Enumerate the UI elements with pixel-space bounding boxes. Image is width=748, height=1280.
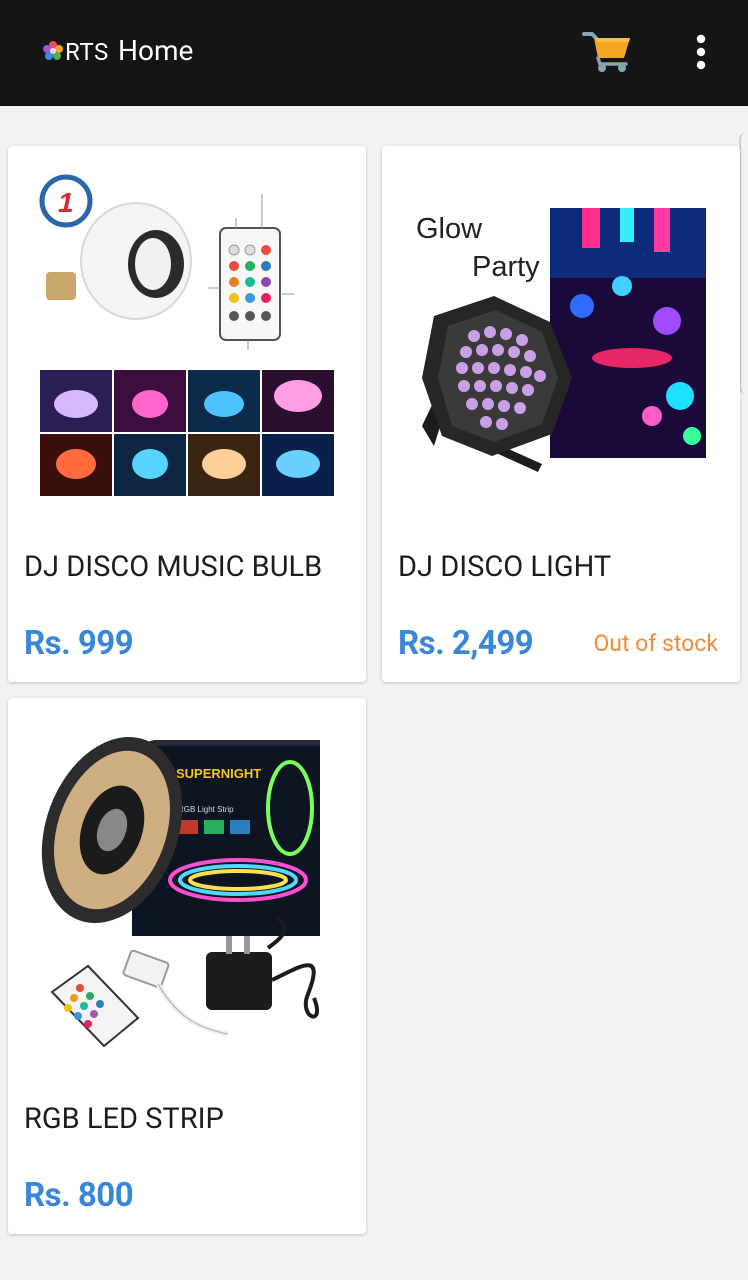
product-image-disco-light: Glow Party [416,208,706,472]
flower-logo-icon [43,41,63,60]
shopping-cart-icon[interactable] [582,28,634,74]
product-price: Rs. 999 [24,624,134,663]
image-caption-glow: Glow [416,213,483,245]
out-of-stock-label: Out of stock [593,630,718,657]
app-bar: RTS Home [0,0,748,106]
svg-text:1: 1 [58,187,74,218]
product-name: DJ DISCO MUSIC BULB [24,550,323,584]
product-card[interactable]: Glow Party DJ DISCO LIGHT Rs. 2,499 Out … [382,146,740,682]
product-card[interactable]: 1 DJ DISCO MUSIC BULB Rs. 999 [8,146,366,682]
scroll-indicator [739,132,748,394]
product-card[interactable]: SUPERNIGHT RGB Light Strip RGB LED STRIP [8,698,366,1234]
product-price: Rs. 2,499 [398,624,534,663]
page-title: Home [118,34,194,67]
product-image-led-strip: SUPERNIGHT RGB Light Strip [41,737,320,1048]
product-price: Rs. 800 [24,1176,134,1215]
product-image-disco-bulb: 1 [39,174,334,496]
image-caption-text: RGB Light Strip [178,805,234,814]
image-caption-party: Party [472,251,540,283]
product-name: RGB LED STRIP [24,1102,224,1136]
more-vertical-icon[interactable] [686,30,716,74]
image-brand-text: SUPERNIGHT [176,766,261,781]
app-logo-text: RTS [65,38,109,66]
product-name: DJ DISCO LIGHT [398,550,612,584]
